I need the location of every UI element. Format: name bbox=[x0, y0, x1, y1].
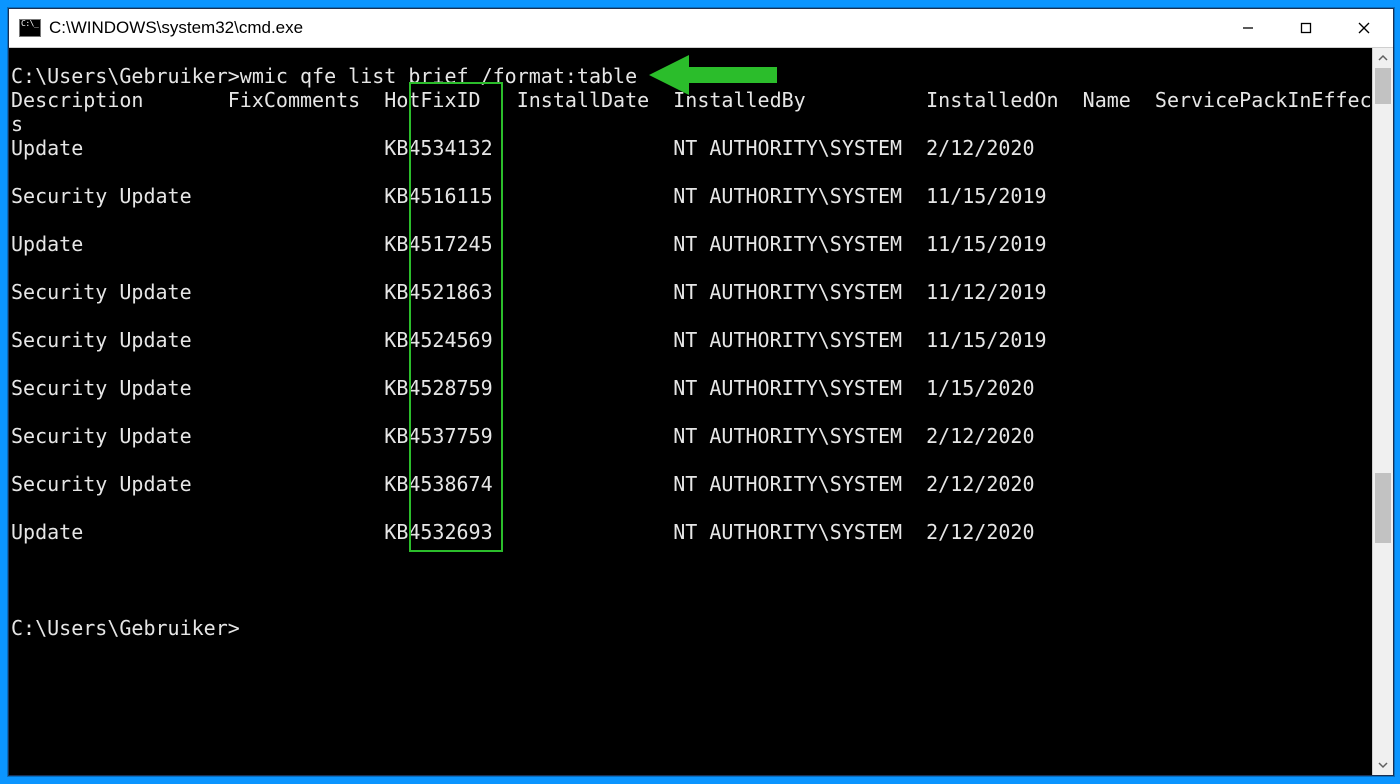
scroll-up-button[interactable] bbox=[1373, 48, 1393, 68]
table-row: Update KB4534132 NT AUTHORITY\SYSTEM 2/1… bbox=[11, 136, 1372, 160]
cmd-window: C:\WINDOWS\system32\cmd.exe C:\Users\Geb… bbox=[8, 8, 1394, 776]
maximize-icon bbox=[1300, 22, 1312, 34]
minimize-button[interactable] bbox=[1219, 9, 1277, 47]
table-row: Update KB4532693 NT AUTHORITY\SYSTEM 2/1… bbox=[11, 520, 1372, 544]
table-row: Security Update KB4537759 NT AUTHORITY\S… bbox=[11, 424, 1372, 448]
chevron-up-icon bbox=[1378, 53, 1388, 63]
table-row: Security Update KB4524569 NT AUTHORITY\S… bbox=[11, 328, 1372, 352]
cmd-icon bbox=[19, 19, 41, 37]
table-row: Security Update KB4538674 NT AUTHORITY\S… bbox=[11, 472, 1372, 496]
table-row: Security Update KB4516115 NT AUTHORITY\S… bbox=[11, 184, 1372, 208]
command-line: C:\Users\Gebruiker>wmic qfe list brief /… bbox=[11, 64, 1372, 88]
window-title: C:\WINDOWS\system32\cmd.exe bbox=[49, 18, 303, 38]
table-row: Update KB4517245 NT AUTHORITY\SYSTEM 11/… bbox=[11, 232, 1372, 256]
scroll-down-button[interactable] bbox=[1373, 755, 1393, 775]
scroll-thumb-top[interactable] bbox=[1375, 68, 1391, 104]
minimize-icon bbox=[1242, 22, 1254, 34]
vertical-scrollbar[interactable] bbox=[1372, 48, 1393, 775]
scroll-track[interactable] bbox=[1373, 68, 1393, 755]
close-icon bbox=[1358, 22, 1370, 34]
table-header-wrap: s bbox=[11, 112, 1372, 136]
close-button[interactable] bbox=[1335, 9, 1393, 47]
scroll-thumb[interactable] bbox=[1375, 473, 1391, 543]
terminal-output[interactable]: C:\Users\Gebruiker>wmic qfe list brief /… bbox=[9, 48, 1372, 775]
chevron-down-icon bbox=[1378, 760, 1388, 770]
titlebar[interactable]: C:\WINDOWS\system32\cmd.exe bbox=[9, 9, 1393, 48]
maximize-button[interactable] bbox=[1277, 9, 1335, 47]
table-row: Security Update KB4528759 NT AUTHORITY\S… bbox=[11, 376, 1372, 400]
prompt-line: C:\Users\Gebruiker> bbox=[11, 616, 1372, 640]
table-row: Security Update KB4521863 NT AUTHORITY\S… bbox=[11, 280, 1372, 304]
table-header: Description FixComments HotFixID Install… bbox=[11, 88, 1372, 112]
window-controls bbox=[1219, 9, 1393, 47]
